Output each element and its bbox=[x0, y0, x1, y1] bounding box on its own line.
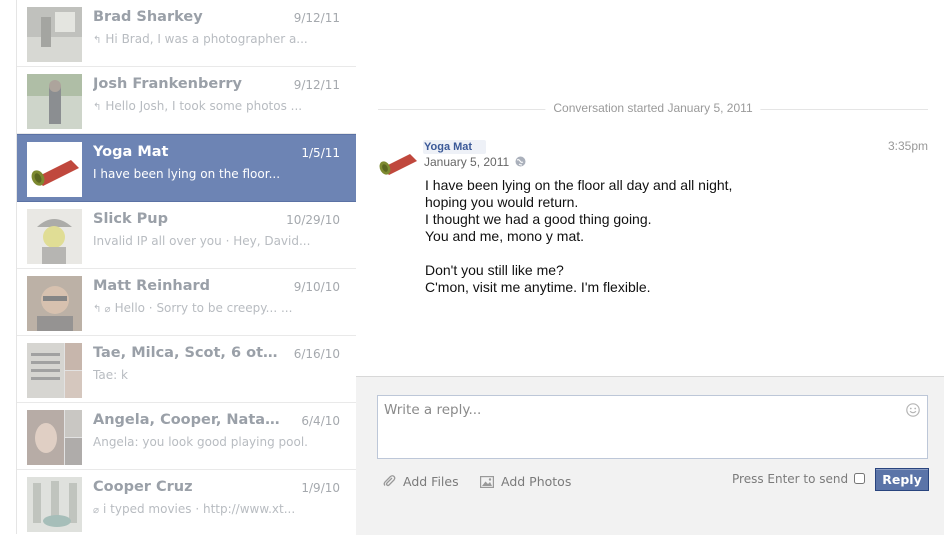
conversation-started-label: Conversation started January 5, 2011 bbox=[545, 101, 761, 115]
message-time: 3:35pm bbox=[887, 139, 928, 153]
press-enter-to-send[interactable]: Press Enter to send bbox=[732, 472, 866, 486]
thread-snippet: Invalid IP all over you · Hey, David... bbox=[93, 234, 311, 248]
avatar bbox=[27, 477, 82, 532]
avatar bbox=[27, 410, 82, 465]
reply-button[interactable]: Reply bbox=[875, 468, 929, 491]
thread-date: 9/10/10 bbox=[293, 280, 340, 294]
thread-name: Josh Frankenberry bbox=[93, 76, 242, 92]
message-date: January 5, 2011 bbox=[424, 155, 510, 169]
message-body: I have been lying on the floor all day a… bbox=[425, 177, 875, 296]
add-photos-button[interactable]: Add Photos bbox=[480, 474, 571, 489]
thread-item-yoga-mat[interactable]: Yoga Mat 1/5/11 I have been lying on the… bbox=[17, 134, 356, 202]
replied-icon: ↰ bbox=[93, 102, 102, 113]
add-photos-label: Add Photos bbox=[501, 474, 572, 489]
reply-input[interactable] bbox=[378, 396, 927, 458]
globe-icon bbox=[515, 156, 526, 170]
replied-icon: ↰ bbox=[93, 35, 102, 46]
thread-snippet: Angela: you look good playing pool. bbox=[93, 435, 308, 449]
thread-item-tae-milca-scot[interactable]: Tae, Milca, Scot, 6 others 6/16/10 Tae: … bbox=[17, 336, 356, 403]
thread-item-angela-cooper-natalie[interactable]: Angela, Cooper, Natalie, 5... 6/4/10 Ang… bbox=[17, 403, 356, 470]
message-line: hoping you would return. bbox=[425, 194, 579, 210]
thread-list: Brad Sharkey 9/12/11 ↰ Hi Brad, I was a p… bbox=[16, 0, 357, 534]
thread-name: Angela, Cooper, Natalie, 5... bbox=[93, 412, 283, 428]
thread-date: 6/16/10 bbox=[293, 347, 340, 361]
message-line: You and me, mono y mat. bbox=[425, 228, 585, 244]
conversation-started-divider: Conversation started January 5, 2011 bbox=[378, 101, 928, 119]
attachment-icon: ⌀ bbox=[93, 505, 100, 516]
thread-item-matt-reinhard[interactable]: Matt Reinhard 9/10/10 ↰ ⌀ Hello · Sorry t… bbox=[17, 269, 356, 336]
thread-date: 9/12/11 bbox=[293, 11, 340, 25]
thread-snippet: ↰ Hello Josh, I took some photos ... bbox=[93, 99, 303, 113]
thread-date: 1/9/10 bbox=[301, 481, 340, 495]
thread-date: 6/4/10 bbox=[301, 414, 340, 428]
thread-date: 9/12/11 bbox=[293, 78, 340, 92]
emoticon-icon[interactable] bbox=[906, 402, 920, 421]
message-line: I have been lying on the floor all day a… bbox=[425, 177, 733, 193]
thread-name: Tae, Milca, Scot, 6 others bbox=[93, 345, 283, 361]
avatar bbox=[27, 142, 82, 197]
photo-icon bbox=[480, 476, 495, 489]
thread-item-brad-sharkey[interactable]: Brad Sharkey 9/12/11 ↰ Hi Brad, I was a p… bbox=[17, 0, 356, 67]
conversation-pane: Conversation started January 5, 2011 Yog… bbox=[356, 0, 944, 376]
replied-attachment-icon: ↰ ⌀ bbox=[93, 304, 111, 315]
reply-composer: Add Files Add Photos Press Enter to send… bbox=[356, 376, 944, 535]
thread-snippet: Tae: k bbox=[93, 368, 128, 382]
thread-name: Matt Reinhard bbox=[93, 278, 211, 294]
thread-snippet: I have been lying on the floor... bbox=[93, 167, 281, 181]
reply-box bbox=[377, 395, 928, 459]
message-line: I thought we had a good thing going. bbox=[425, 211, 652, 227]
thread-snippet: ↰ ⌀ Hello · Sorry to be creepy... ... bbox=[93, 301, 293, 315]
thread-item-cooper-cruz[interactable]: Cooper Cruz 1/9/10 ⌀ i typed movies · htt… bbox=[17, 470, 356, 534]
avatar bbox=[27, 74, 82, 129]
avatar bbox=[27, 7, 82, 62]
paperclip-icon bbox=[383, 475, 396, 487]
thread-date: 1/5/11 bbox=[301, 146, 340, 160]
thread-item-josh-frankenberry[interactable]: Josh Frankenberry 9/12/11 ↰ Hello Josh, I… bbox=[17, 67, 356, 134]
sender-name-link[interactable]: Yoga Mat bbox=[423, 140, 487, 154]
message-line bbox=[425, 245, 875, 262]
thread-name: Slick Pup bbox=[93, 211, 168, 227]
thread-name: Cooper Cruz bbox=[93, 479, 193, 495]
add-files-button[interactable]: Add Files bbox=[382, 474, 459, 489]
message-line: C'mon, visit me anytime. I'm flexible. bbox=[425, 279, 651, 295]
message-meta: January 5, 2011 bbox=[424, 155, 526, 170]
message-line: Don't you still like me? bbox=[425, 262, 564, 278]
thread-date: 10/29/10 bbox=[286, 213, 340, 227]
press-enter-checkbox[interactable] bbox=[854, 473, 866, 484]
thread-snippet: ⌀ i typed movies · http://www.xt... bbox=[93, 502, 296, 516]
sender-avatar[interactable] bbox=[376, 142, 420, 186]
thread-item-slick-pup[interactable]: Slick Pup 10/29/10 Invalid IP all over y… bbox=[17, 202, 356, 269]
avatar bbox=[27, 276, 82, 331]
press-enter-label: Press Enter to send bbox=[732, 472, 849, 486]
thread-name: Yoga Mat bbox=[93, 144, 169, 160]
add-files-label: Add Files bbox=[403, 474, 459, 489]
thread-name: Brad Sharkey bbox=[93, 9, 203, 25]
avatar bbox=[27, 209, 82, 264]
avatar bbox=[27, 343, 82, 398]
thread-snippet: ↰ Hi Brad, I was a photographer a... bbox=[93, 32, 308, 46]
